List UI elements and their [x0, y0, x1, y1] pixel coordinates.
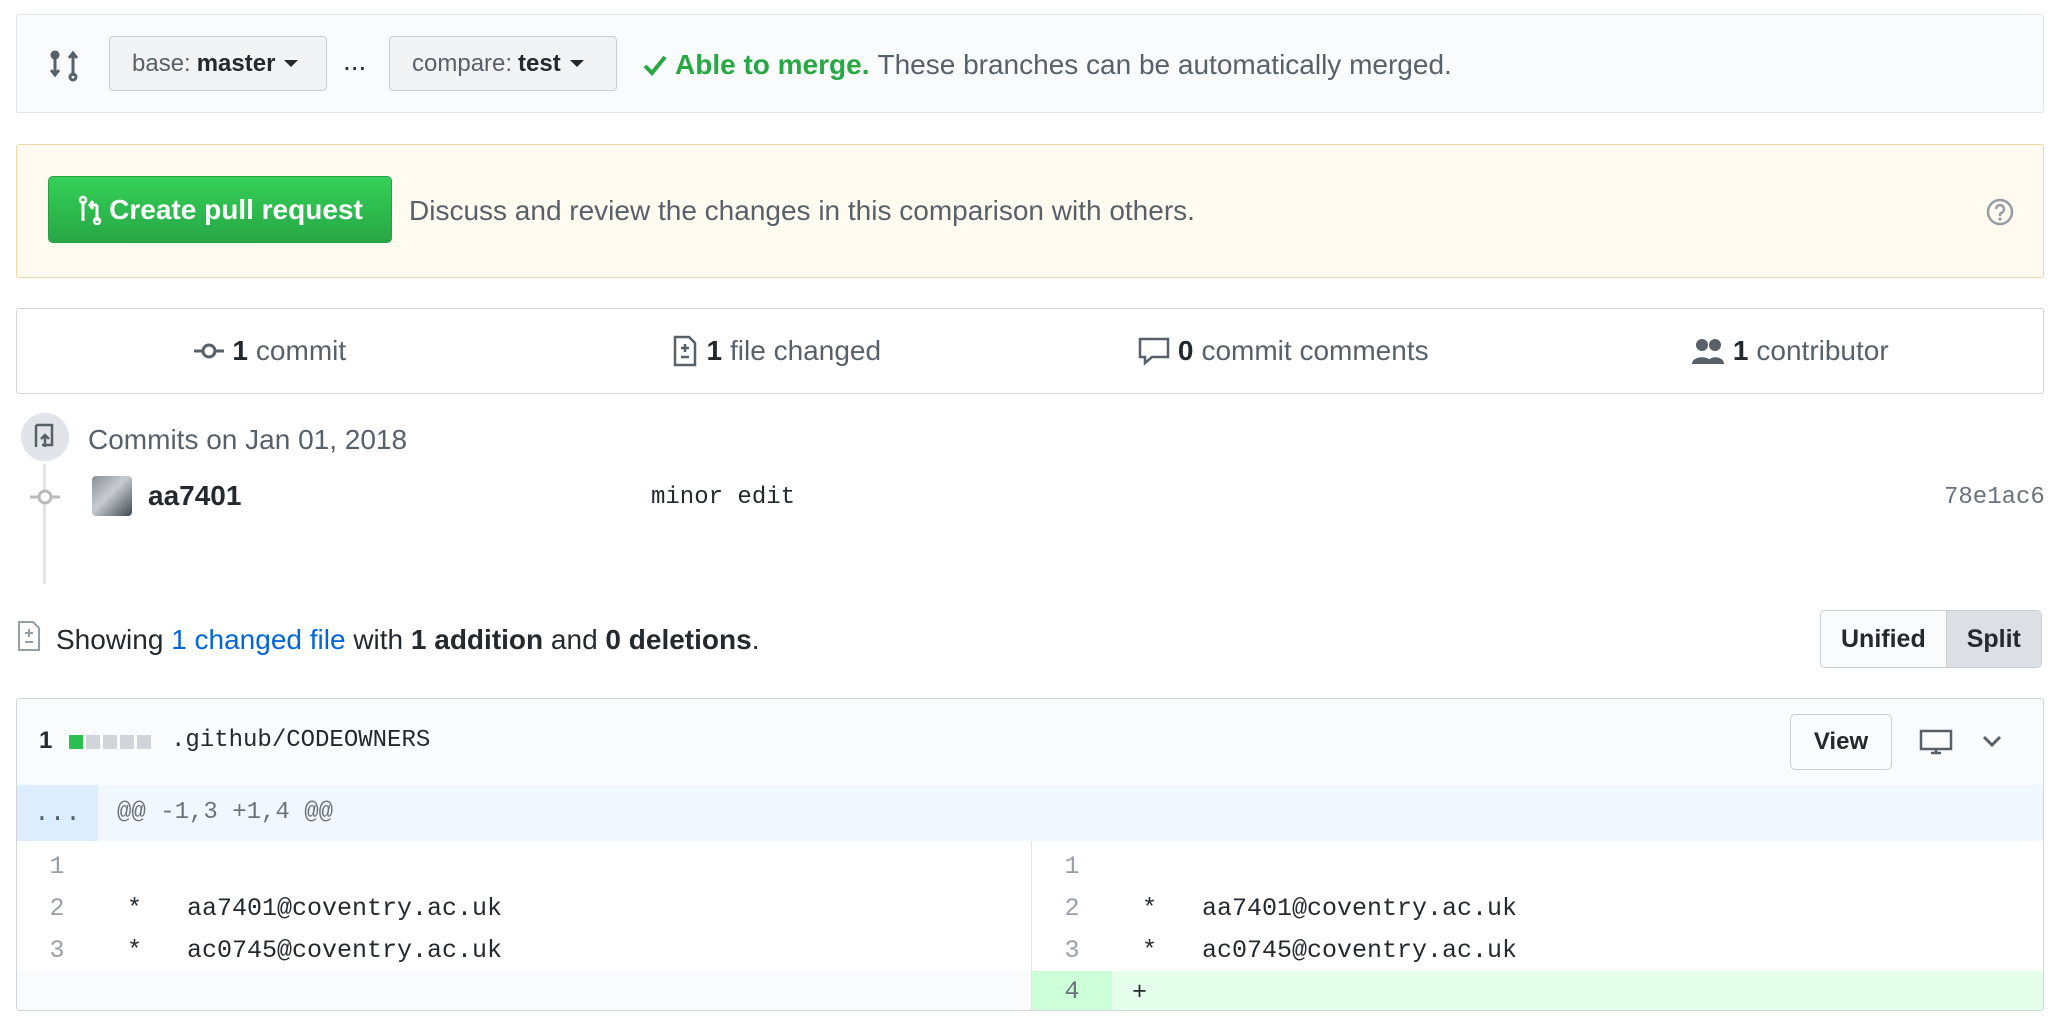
unified-button[interactable]: Unified — [1821, 611, 1947, 667]
and-label: and — [550, 624, 598, 655]
contributors-count: 1 — [1732, 335, 1749, 366]
base-branch-name: master — [196, 49, 276, 77]
comments-label: commit comments — [1201, 335, 1429, 366]
create-pr-flash: Create pull request Discuss and review t… — [16, 144, 2044, 278]
compare-prefix: compare: — [412, 49, 513, 77]
people-icon — [1691, 339, 1724, 364]
empty-line-left — [17, 971, 1031, 1010]
line-number[interactable]: 3 — [1032, 936, 1112, 965]
contributors-label: contributor — [1756, 335, 1889, 366]
file-header: 1 .github/CODEOWNERS View — [17, 699, 2043, 786]
diff-line-left: 1 — [17, 845, 1031, 887]
diff-view-toggle: Unified Split — [1820, 610, 2042, 668]
line-number[interactable]: 1 — [1032, 852, 1112, 881]
commits-summary[interactable]: 1 commit — [17, 335, 524, 367]
diffstat-blocks — [69, 735, 151, 749]
line-code: * ac0745@coventry.ac.uk — [1142, 935, 1518, 965]
line-code: + — [1132, 977, 1148, 1007]
commits-timeline: Commits on Jan 01, 2018 aa7401 minor edi… — [0, 410, 2054, 590]
commits-label: commit — [255, 335, 347, 366]
line-code: * aa7401@coventry.ac.uk — [127, 893, 503, 923]
files-label: file changed — [730, 335, 882, 366]
period: . — [751, 624, 760, 655]
line-code: * ac0745@coventry.ac.uk — [127, 935, 503, 965]
compare-branch-name: test — [518, 49, 561, 77]
file-path[interactable]: .github/CODEOWNERS — [171, 727, 430, 754]
expand-hunk-button[interactable]: ... — [17, 785, 98, 841]
diff-line-addition: 4 + — [1032, 971, 2043, 1010]
diff-line-right: 2 * aa7401@coventry.ac.uk — [1032, 887, 2043, 929]
commit-group-title: Commits on Jan 01, 2018 — [88, 424, 408, 455]
showing-label: Showing — [56, 624, 164, 655]
diff-line-right: 3 * ac0745@coventry.ac.uk — [1032, 929, 2043, 971]
comment-icon — [1138, 337, 1170, 366]
compare-arrows-icon — [49, 50, 79, 82]
create-pull-request-label: Create pull request — [109, 193, 363, 225]
line-code: * aa7401@coventry.ac.uk — [1142, 893, 1518, 923]
compare-branch-select[interactable]: compare: test — [389, 36, 617, 91]
file-diff: 1 .github/CODEOWNERS View ... @@ -1,3 +1… — [16, 698, 2044, 1011]
git-pull-request-icon — [78, 195, 102, 225]
display-rich-diff-icon[interactable] — [1919, 729, 1953, 755]
line-number[interactable]: 1 — [17, 852, 97, 881]
changed-files-link[interactable]: 1 changed file — [171, 624, 345, 655]
line-number[interactable]: 4 — [1032, 971, 1112, 1010]
hunk-range: @@ -1,3 +1,4 @@ — [117, 799, 334, 826]
chevron-down-icon[interactable] — [1981, 733, 2003, 749]
deletions-count: 0 deletions — [605, 624, 752, 655]
base-prefix: base: — [132, 49, 191, 77]
flash-message: Discuss and review the changes in this c… — [409, 195, 1195, 226]
repo-push-icon — [18, 410, 72, 464]
contributors-summary[interactable]: 1 contributor — [1537, 335, 2044, 367]
commit-author[interactable]: aa7401 — [148, 480, 241, 512]
question-icon[interactable] — [1985, 197, 2015, 227]
hunk-header: ... @@ -1,3 +1,4 @@ — [17, 785, 2043, 841]
with-label: with — [353, 624, 404, 655]
diff-line-right: 1 — [1032, 845, 2043, 887]
diffstat-text: Showing 1 changed file with 1 addition a… — [56, 624, 759, 656]
git-commit-icon — [194, 343, 225, 359]
create-pull-request-button[interactable]: Create pull request — [48, 176, 392, 243]
avatar[interactable] — [92, 476, 132, 516]
commit-sha[interactable]: 78e1ac6 — [1944, 484, 2045, 511]
files-summary[interactable]: 1 file changed — [524, 335, 1031, 367]
commit-message[interactable]: minor edit — [651, 484, 795, 511]
file-diff-icon — [18, 621, 40, 651]
comments-count: 0 — [1177, 335, 1194, 366]
git-commit-icon — [30, 489, 60, 505]
range-editor: base: master ... compare: test Able to m… — [16, 14, 2044, 113]
merge-status-label: Able to merge. — [675, 49, 870, 80]
file-change-count: 1 — [39, 727, 53, 754]
range-ellipsis: ... — [343, 45, 367, 76]
files-count: 1 — [706, 335, 723, 366]
comments-summary[interactable]: 0 commit comments — [1030, 335, 1537, 367]
diff-line-left: 2 * aa7401@coventry.ac.uk — [17, 887, 1031, 929]
commits-count: 1 — [232, 335, 248, 366]
view-file-button[interactable]: View — [1790, 714, 1892, 770]
merge-status: Able to merge. These branches can be aut… — [643, 49, 1452, 81]
line-number[interactable]: 3 — [17, 936, 97, 965]
additions-count: 1 addition — [410, 624, 544, 655]
caret-down-icon — [284, 60, 299, 67]
diff-line-left: 3 * ac0745@coventry.ac.uk — [17, 929, 1031, 971]
commit-row: aa7401 minor edit 78e1ac6 — [0, 472, 2054, 522]
check-icon — [643, 55, 667, 76]
split-button[interactable]: Split — [1946, 611, 2041, 667]
merge-status-text: These branches can be automatically merg… — [877, 49, 1452, 80]
diff-toolbar: Showing 1 changed file with 1 addition a… — [0, 616, 2054, 666]
numbers-summary: 1 commit 1 file changed 0 commit comment… — [16, 308, 2044, 394]
file-diff-icon — [674, 335, 697, 367]
line-number[interactable]: 2 — [17, 894, 97, 923]
caret-down-icon — [569, 60, 584, 67]
base-branch-select[interactable]: base: master — [109, 36, 327, 91]
line-number[interactable]: 2 — [1032, 894, 1112, 923]
